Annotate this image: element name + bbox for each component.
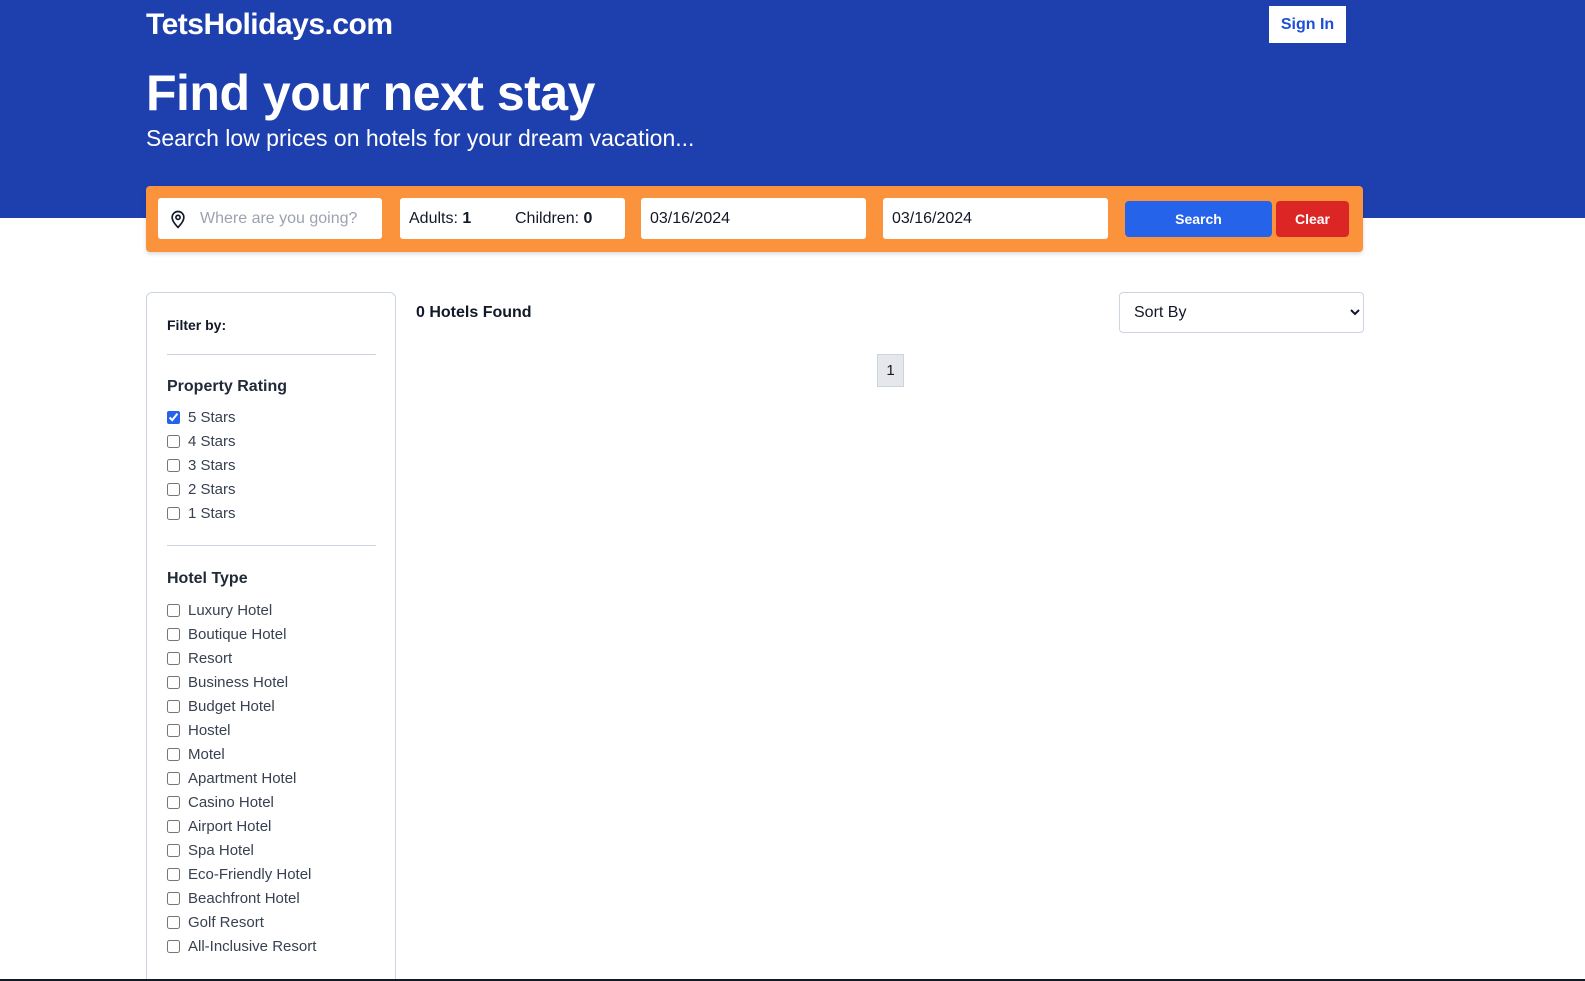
hotel-type-option[interactable]: Boutique Hotel xyxy=(167,622,316,646)
hotel-type-option[interactable]: Spa Hotel xyxy=(167,838,316,862)
hotel-type-checkbox[interactable] xyxy=(167,651,180,665)
hotel-type-option[interactable]: Apartment Hotel xyxy=(167,766,316,790)
rating-label: 5 Stars xyxy=(188,408,236,426)
rating-label: 2 Stars xyxy=(188,480,236,498)
page-subtitle: Search low prices on hotels for your dre… xyxy=(146,125,695,151)
rating-label: 1 Stars xyxy=(188,504,236,522)
rating-option[interactable]: 1 Stars xyxy=(167,501,236,525)
hotel-type-checkbox[interactable] xyxy=(167,939,180,953)
hotel-type-option[interactable]: Budget Hotel xyxy=(167,694,316,718)
hotel-type-checkbox[interactable] xyxy=(167,795,180,809)
rating-checkbox[interactable] xyxy=(167,434,180,448)
children-value: 0 xyxy=(583,209,593,227)
hotel-type-label: Business Hotel xyxy=(188,673,289,691)
rating-checkbox[interactable] xyxy=(167,482,180,496)
map-pin-icon xyxy=(171,210,185,228)
rating-checkbox[interactable] xyxy=(167,506,180,520)
brand-logo[interactable]: TetsHolidays.com xyxy=(146,8,393,42)
divider xyxy=(167,354,376,355)
hotel-type-checkbox[interactable] xyxy=(167,627,180,641)
hotel-type-option[interactable]: Airport Hotel xyxy=(167,814,316,838)
destination-input[interactable]: Where are you going? xyxy=(200,210,357,228)
hotel-type-label: Eco-Friendly Hotel xyxy=(188,865,312,883)
hotel-type-checkbox[interactable] xyxy=(167,699,180,713)
hotel-type-checkbox[interactable] xyxy=(167,675,180,689)
guests-field[interactable]: Adults: 1 Children: 0 xyxy=(400,198,625,239)
page-title: Find your next stay xyxy=(146,65,595,121)
hotel-type-checkbox[interactable] xyxy=(167,843,180,857)
hotel-type-options: Luxury Hotel Boutique Hotel Resort Business… xyxy=(167,598,316,958)
pagination-page-1[interactable]: 1 xyxy=(877,354,904,387)
sign-in-button[interactable]: Sign In xyxy=(1269,6,1346,43)
filter-panel: Filter by: Property Rating 5 Stars 4 Star… xyxy=(146,292,396,981)
rating-option[interactable]: 5 Stars xyxy=(167,405,236,429)
hotel-type-option[interactable]: Hostel xyxy=(167,718,316,742)
property-rating-title: Property Rating xyxy=(167,378,288,395)
hotel-type-option[interactable]: Eco-Friendly Hotel xyxy=(167,862,316,886)
hotel-type-option[interactable]: Resort xyxy=(167,646,316,670)
hotel-type-label: Resort xyxy=(188,649,233,667)
results-count: 0 Hotels Found xyxy=(416,304,532,321)
rating-checkbox[interactable] xyxy=(167,458,180,472)
hotel-type-label: Spa Hotel xyxy=(188,841,254,859)
rating-checkbox[interactable] xyxy=(167,410,180,424)
hotel-type-checkbox[interactable] xyxy=(167,603,180,617)
hotel-type-label: Airport Hotel xyxy=(188,817,272,835)
children-label: Children: xyxy=(515,209,580,227)
search-button[interactable]: Search xyxy=(1125,201,1272,237)
hotel-type-option[interactable]: Motel xyxy=(167,742,316,766)
hotel-type-checkbox[interactable] xyxy=(167,915,180,929)
hotel-type-option[interactable]: Beachfront Hotel xyxy=(167,886,316,910)
adults-label: Adults: xyxy=(409,209,458,227)
hotel-type-option[interactable]: All-Inclusive Resort xyxy=(167,934,316,958)
hotel-type-label: Motel xyxy=(188,745,225,763)
rating-label: 4 Stars xyxy=(188,432,236,450)
hotel-type-label: Apartment Hotel xyxy=(188,769,297,787)
rating-option[interactable]: 3 Stars xyxy=(167,453,236,477)
clear-button[interactable]: Clear xyxy=(1276,201,1349,237)
hotel-type-label: Beachfront Hotel xyxy=(188,889,300,907)
hotel-type-checkbox[interactable] xyxy=(167,771,180,785)
filter-heading: Filter by: xyxy=(167,317,227,333)
hotel-type-option[interactable]: Golf Resort xyxy=(167,910,316,934)
hotel-type-option[interactable]: Business Hotel xyxy=(167,670,316,694)
sort-by-select[interactable]: Sort By xyxy=(1119,292,1364,333)
hotel-type-checkbox[interactable] xyxy=(167,723,180,737)
check-out-date-field[interactable]: 03/16/2024 xyxy=(883,198,1108,239)
hotel-type-label: Boutique Hotel xyxy=(188,625,287,643)
hotel-type-checkbox[interactable] xyxy=(167,867,180,881)
check-in-date-field[interactable]: 03/16/2024 xyxy=(641,198,866,239)
hotel-type-checkbox[interactable] xyxy=(167,819,180,833)
hotel-type-checkbox[interactable] xyxy=(167,747,180,761)
children-counter[interactable]: Children: 0 xyxy=(515,210,592,228)
search-bar: Where are you going? Adults: 1 Children:… xyxy=(146,186,1363,252)
property-rating-options: 5 Stars 4 Stars 3 Stars 2 Stars 1 Stars xyxy=(167,405,236,525)
adults-value: 1 xyxy=(462,209,472,227)
hotel-type-label: Golf Resort xyxy=(188,913,264,931)
hotel-type-label: Luxury Hotel xyxy=(188,601,273,619)
hotel-type-label: Budget Hotel xyxy=(188,697,275,715)
divider xyxy=(167,545,376,546)
hotel-type-option[interactable]: Luxury Hotel xyxy=(167,598,316,622)
rating-option[interactable]: 4 Stars xyxy=(167,429,236,453)
hotel-type-label: All-Inclusive Resort xyxy=(188,937,317,955)
hotel-type-option[interactable]: Casino Hotel xyxy=(167,790,316,814)
hotel-type-checkbox[interactable] xyxy=(167,891,180,905)
adults-counter[interactable]: Adults: 1 xyxy=(409,210,515,228)
rating-label: 3 Stars xyxy=(188,456,236,474)
hotel-type-title: Hotel Type xyxy=(167,570,248,587)
hotel-type-label: Hostel xyxy=(188,721,231,739)
rating-option[interactable]: 2 Stars xyxy=(167,477,236,501)
destination-field[interactable]: Where are you going? xyxy=(158,198,382,239)
hotel-type-label: Casino Hotel xyxy=(188,793,274,811)
